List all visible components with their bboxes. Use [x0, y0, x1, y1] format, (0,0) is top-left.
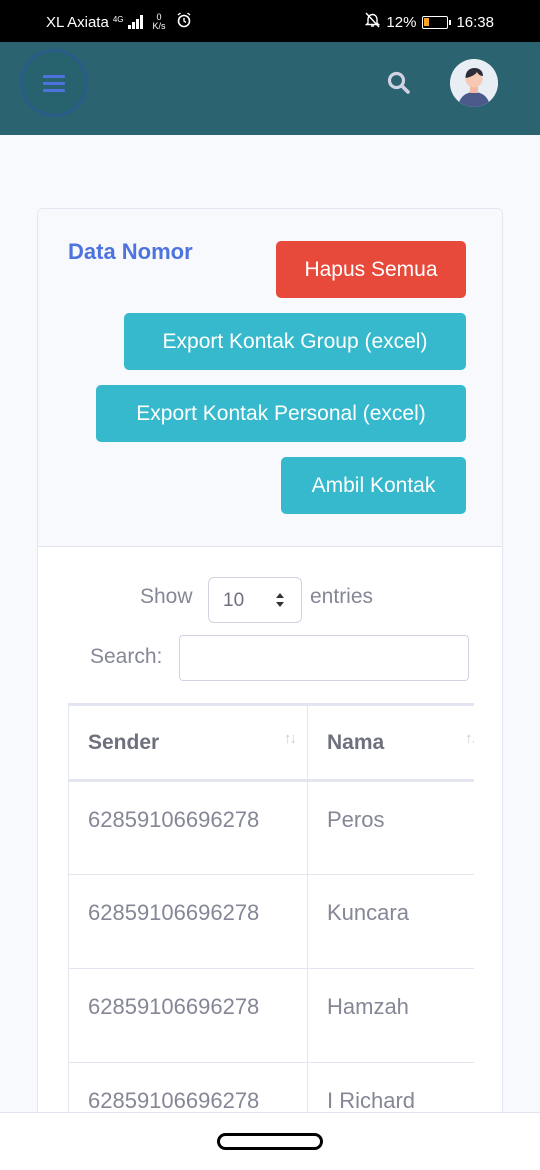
search-input[interactable]	[179, 635, 469, 681]
fetch-contacts-button[interactable]: Ambil Kontak	[281, 457, 466, 514]
table-row: 62859106696278 Peros	[68, 780, 474, 875]
carrier-name: XL Axiata	[46, 13, 109, 31]
column-header-nama[interactable]: Nama↑↓	[307, 703, 474, 782]
signal-icon	[127, 15, 143, 29]
cell-sender: 62859106696278	[68, 968, 308, 1063]
clock: 16:38	[456, 13, 494, 31]
cell-nama: Peros	[307, 780, 474, 875]
battery-percent: 12%	[386, 13, 417, 31]
network-speed: 0 K/s	[152, 12, 166, 31]
cell-nama: Kuncara	[307, 874, 474, 969]
sidebar-toggle-button[interactable]	[20, 49, 88, 117]
alarm-icon	[176, 12, 192, 32]
hamburger-icon	[43, 71, 65, 96]
sort-icon: ↑↓	[284, 730, 297, 747]
card-title: Data Nomor	[68, 239, 193, 264]
avatar[interactable]	[450, 59, 498, 107]
entries-select[interactable]: 10	[208, 577, 302, 623]
table-header-row: Sender↑↓ Nama↑↓	[68, 703, 474, 782]
network-type: 4G	[112, 14, 124, 24]
column-header-sender[interactable]: Sender ↑↓	[68, 703, 308, 782]
delete-all-button[interactable]: Hapus Semua	[276, 241, 466, 298]
table-row: 62859106696278 Kuncara	[68, 874, 474, 969]
export-group-button[interactable]: Export Kontak Group (excel)	[124, 313, 466, 370]
search-icon[interactable]	[384, 68, 414, 98]
system-nav-bar	[0, 1112, 540, 1170]
card-header: Data Nomor Hapus Semua Export Kontak Gro…	[38, 209, 502, 547]
entries-label: entries	[310, 585, 374, 608]
home-gesture-handle[interactable]	[217, 1133, 323, 1150]
table-row: 62859106696278 Hamzah	[68, 968, 474, 1063]
entries-select-value: 10	[223, 590, 245, 611]
data-card: Data Nomor Hapus Semua Export Kontak Gro…	[37, 208, 503, 1128]
sort-icon: ↑↓	[465, 730, 474, 747]
cell-nama: Hamzah	[307, 968, 474, 1063]
search-label: Search:	[90, 645, 163, 668]
topbar	[0, 42, 540, 135]
cell-sender: 62859106696278	[68, 874, 308, 969]
mute-icon	[365, 12, 381, 32]
cell-sender: 62859106696278	[68, 780, 308, 875]
export-personal-button[interactable]: Export Kontak Personal (excel)	[96, 385, 466, 442]
contacts-table: Sender↑↓ Nama↑↓ 62859106696278 Peros 628…	[68, 703, 474, 1123]
show-label: Show	[140, 585, 193, 608]
battery-icon	[422, 15, 452, 29]
select-arrows-icon	[276, 593, 284, 607]
status-bar: XL Axiata 4G 0 K/s 12% 16:38	[0, 0, 540, 42]
